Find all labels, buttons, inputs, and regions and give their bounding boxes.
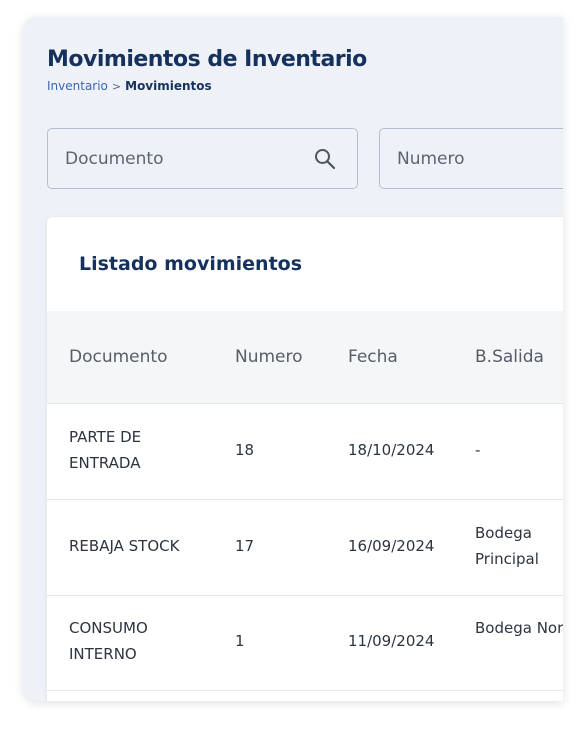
column-header-numero[interactable]: Numero [235, 347, 303, 367]
cell-numero: 17 [235, 537, 255, 555]
documento-search-input[interactable]: Documento [47, 128, 358, 189]
page-panel: Movimientos de Inventario Inventario > Mov… [23, 17, 563, 701]
cell-bsalida: Bodega Principal [475, 524, 539, 568]
column-header-fecha[interactable]: Fecha [348, 347, 398, 367]
search-icon[interactable] [313, 147, 337, 171]
table-row[interactable]: PARTE DE ENTRADA 18 18/10/2024 - [47, 404, 563, 500]
cell-bsalida: - [475, 441, 481, 459]
movimientos-card: Listado movimientos Documento Numero Fec… [47, 217, 563, 701]
table-row[interactable]: REBAJA STOCK 17 16/09/2024 Bodega Princi… [47, 500, 563, 596]
table-row[interactable]: CONSUMO INTERNO 1 11/09/2024 Bodega Nort… [47, 595, 563, 691]
documento-search-placeholder: Documento [65, 149, 164, 169]
cell-fecha: 16/09/2024 [348, 537, 435, 555]
cell-numero: 1 [235, 632, 245, 650]
breadcrumb-parent-link[interactable]: Inventario [47, 79, 108, 93]
breadcrumb-current: Movimientos [125, 79, 212, 93]
cell-numero: 18 [235, 441, 255, 459]
breadcrumb: Inventario > Movimientos [47, 79, 212, 93]
cell-bsalida: Bodega Norte [475, 619, 563, 637]
cell-fecha: 11/09/2024 [348, 632, 435, 650]
numero-search-input[interactable]: Numero [379, 128, 563, 189]
cell-documento: REBAJA STOCK [69, 537, 180, 555]
card-title: Listado movimientos [79, 253, 303, 275]
cell-documento: PARTE DE ENTRADA [69, 428, 142, 472]
page-title: Movimientos de Inventario [47, 47, 367, 72]
table-header: Documento Numero Fecha B.Salida [47, 311, 563, 404]
numero-search-placeholder: Numero [397, 149, 465, 169]
cell-fecha: 18/10/2024 [348, 441, 435, 459]
cell-documento: CONSUMO INTERNO [69, 619, 148, 663]
column-header-bsalida[interactable]: B.Salida [475, 347, 563, 367]
breadcrumb-separator: > [111, 80, 122, 93]
column-header-documento[interactable]: Documento [69, 347, 209, 367]
